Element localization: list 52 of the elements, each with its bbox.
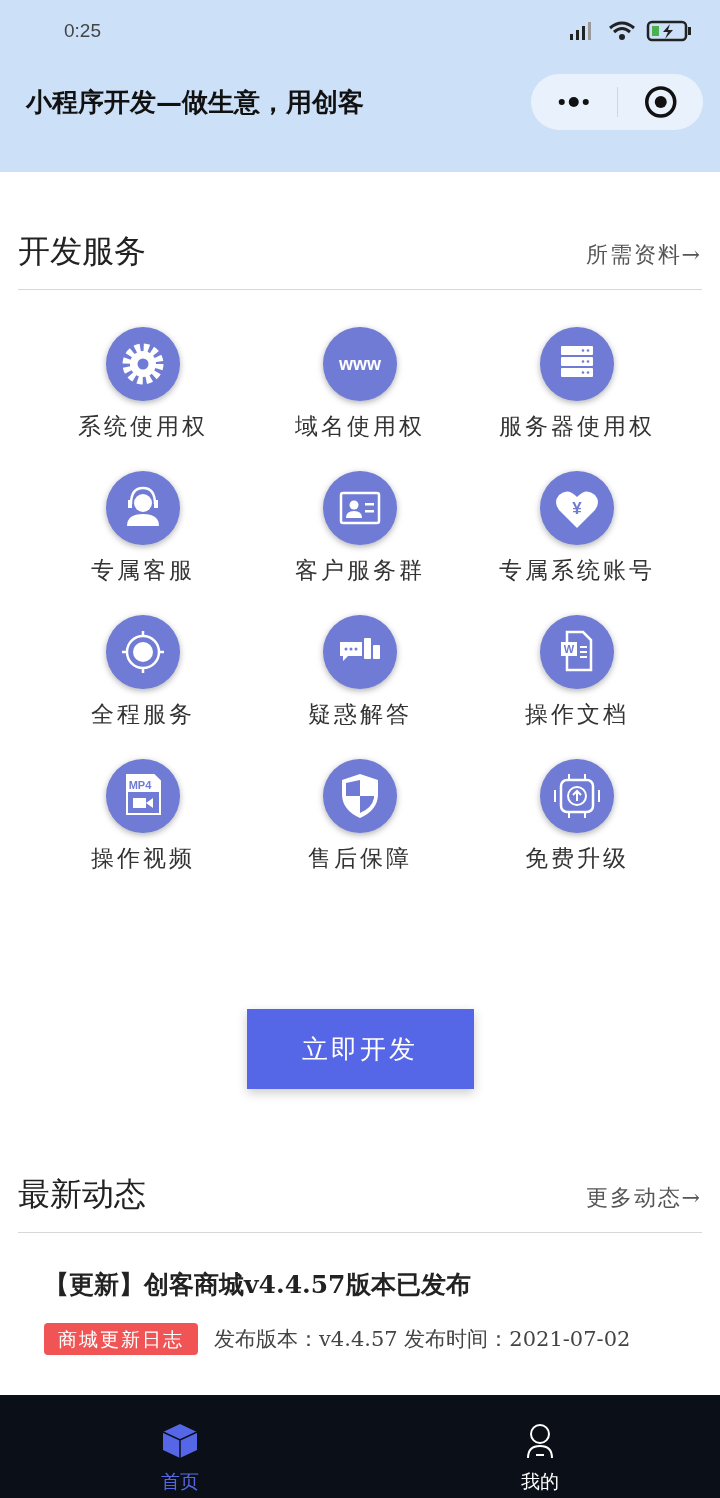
service-label: 操作文档 (524, 700, 629, 729)
tab[interactable]: 首页 (0, 1395, 360, 1498)
globe-www-icon: www (322, 326, 398, 402)
clock-time: 0:25 (64, 20, 101, 42)
section-title: 最新动态 (18, 1174, 146, 1215)
service-item[interactable]: W 操作文档 (468, 614, 685, 730)
battery-icon (646, 20, 692, 42)
service-item[interactable]: 专属客服 (35, 470, 252, 586)
service-item[interactable]: MP4 操作视频 (35, 758, 252, 874)
section-title: 开发服务 (18, 231, 146, 272)
service-label: 疑惑解答 (308, 700, 412, 729)
target-icon (105, 614, 182, 690)
service-item[interactable]: 售后保障 (251, 758, 469, 874)
develop-button[interactable]: 立即开发 (246, 1009, 474, 1089)
service-label: 服务器使用权 (498, 412, 655, 441)
document-icon: W (538, 614, 615, 690)
service-item[interactable]: 系统使用权 (35, 326, 252, 442)
section-link[interactable]: 更多动态→ (585, 1180, 702, 1216)
service-item[interactable]: 客户服务群 (251, 470, 469, 586)
service-label: 系统使用权 (78, 412, 209, 441)
news-meta: 发布版本：v4.4.57 发布时间：2021-07-02 (214, 1326, 631, 1353)
server-icon (538, 326, 615, 402)
service-item[interactable]: 服务器使用权 (468, 326, 685, 442)
service-item[interactable]: ¥ 专属系统账号 (468, 470, 685, 586)
page-title: 小程序开发—做生意，用创客 (26, 85, 364, 119)
id-card-icon (322, 470, 398, 546)
service-label: 专属系统账号 (498, 556, 655, 585)
service-label: 免费升级 (524, 844, 629, 873)
cube-icon (161, 1422, 199, 1460)
user-icon (525, 1422, 555, 1460)
headset-user-icon (105, 470, 182, 546)
service-label: 操作视频 (91, 844, 196, 873)
service-label: 专属客服 (91, 556, 196, 585)
video-file-icon: MP4 (105, 758, 182, 834)
service-label: 客户服务群 (295, 556, 425, 585)
gear-icon (105, 326, 182, 402)
service-label: 售后保障 (308, 844, 412, 873)
shield-icon (322, 758, 398, 834)
heart-yen-icon: ¥ (538, 470, 615, 546)
news-title[interactable]: 【更新】创客商城v4.4.57版本已发布 (44, 1267, 720, 1303)
wifi-icon (608, 20, 636, 42)
service-label: 全程服务 (91, 700, 196, 729)
tab[interactable]: 我的 (360, 1395, 720, 1498)
service-item[interactable]: 免费升级 (468, 758, 685, 874)
service-label: 域名使用权 (295, 412, 425, 441)
chat-chart-icon (322, 614, 398, 690)
category-tag: 商城更新日志 (44, 1323, 198, 1355)
service-item[interactable]: www 域名使用权 (251, 326, 469, 442)
section-link[interactable]: 所需资料→ (585, 237, 702, 273)
service-item[interactable]: 全程服务 (35, 614, 252, 730)
chip-upload-icon (538, 758, 615, 834)
service-item[interactable]: 疑惑解答 (251, 614, 469, 730)
